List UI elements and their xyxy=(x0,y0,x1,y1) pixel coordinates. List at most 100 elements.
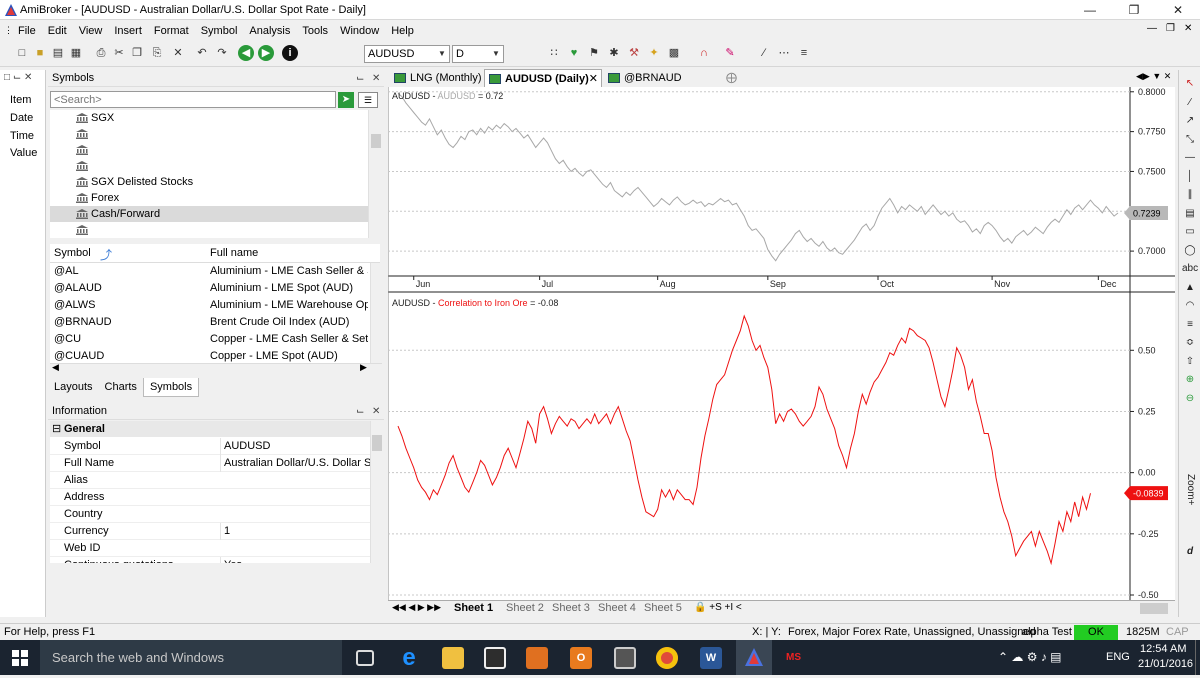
tab-charts[interactable]: Charts xyxy=(99,378,143,396)
minimize-button[interactable]: — xyxy=(1068,0,1112,20)
col-symbol[interactable]: Symbol xyxy=(54,247,91,259)
info-scrollbar[interactable] xyxy=(370,421,382,563)
symbol-combo[interactable]: AUDUSD ▼ xyxy=(364,45,450,63)
export-icon[interactable]: ▩ xyxy=(666,45,682,61)
rectangle-icon[interactable]: ▭ xyxy=(1182,224,1198,240)
tray-icons[interactable]: ⌃ ☁ ⚙ ♪ ▤ xyxy=(998,650,1062,664)
tree-scrollbar[interactable] xyxy=(368,110,382,238)
tree-item[interactable] xyxy=(50,142,368,158)
info-row[interactable]: Country xyxy=(50,506,370,523)
tab-layouts[interactable]: Layouts xyxy=(48,378,99,396)
tree-item[interactable] xyxy=(50,158,368,174)
tree-item[interactable] xyxy=(50,222,368,238)
mdi-restore-button[interactable]: ❐ xyxy=(1166,23,1175,34)
table-row[interactable]: @ALWS Aluminium - LME Warehouse Ope xyxy=(50,297,370,314)
marker-icon[interactable]: ✱ xyxy=(606,45,622,61)
open-icon[interactable]: ■ xyxy=(32,45,48,61)
close-icon[interactable]: ✕ xyxy=(372,403,380,420)
vertical-line-icon[interactable]: │ xyxy=(1182,169,1198,185)
windows-start-icon[interactable] xyxy=(12,650,28,666)
menu-tools[interactable]: Tools xyxy=(296,21,334,41)
undo-icon[interactable]: ↶ xyxy=(194,45,210,61)
triangle-icon[interactable]: ▲ xyxy=(1182,280,1198,296)
info-icon[interactable]: i xyxy=(282,45,298,61)
info-row[interactable]: Symbol AUDUSD xyxy=(50,438,370,455)
arrow-up-icon[interactable]: ⇧ xyxy=(1182,354,1198,370)
table-row[interactable]: @AL Aluminium - LME Cash Seller & Se xyxy=(50,263,370,280)
ray-icon[interactable]: ↗ xyxy=(1182,113,1198,129)
menu-file[interactable]: File xyxy=(12,21,42,41)
search-go-icon[interactable]: ➤ xyxy=(338,92,354,108)
text-icon[interactable]: abc xyxy=(1182,261,1198,277)
close-icon[interactable]: ✕ xyxy=(372,70,380,87)
amibroker-taskbar-icon[interactable] xyxy=(736,640,772,675)
flag-icon[interactable]: ⚑ xyxy=(586,45,602,61)
fibonacci-icon[interactable]: ≡ xyxy=(1182,317,1198,333)
tree-item[interactable]: Cash/Forward xyxy=(50,206,368,222)
sheet-tab[interactable]: Sheet 1 xyxy=(454,601,493,616)
new-tab-icon[interactable]: ⨁ xyxy=(726,71,737,84)
zoom-in-icon[interactable]: ⊕ xyxy=(1182,372,1198,388)
line-draw-icon[interactable]: ∕ xyxy=(756,45,772,61)
info-group-header[interactable]: ⊟ General xyxy=(50,421,370,437)
pen-color-icon[interactable]: ✎ xyxy=(722,45,738,61)
magnet-icon[interactable]: ∩ xyxy=(696,45,712,61)
tab-lng-monthly[interactable]: LNG (Monthly) xyxy=(390,69,484,87)
info-row[interactable]: Full Name Australian Dollar/U.S. Dollar S… xyxy=(50,455,370,472)
info-row[interactable]: Currency 1 xyxy=(50,523,370,540)
parallel-lines-icon[interactable]: ∥ xyxy=(1182,187,1198,203)
table-row[interactable]: @CU Copper - LME Cash Seller & Settler xyxy=(50,331,370,348)
task-view-icon[interactable] xyxy=(356,650,374,666)
symbol-list-hscrollbar[interactable]: ◀ ▶ xyxy=(50,362,382,375)
cut-icon[interactable]: ✂ xyxy=(111,45,127,61)
gann-icon[interactable]: ≎ xyxy=(1182,335,1198,351)
menu-view[interactable]: View xyxy=(73,21,109,41)
pattern-icon[interactable]: ∷ xyxy=(546,45,562,61)
copy-icon[interactable]: ❐ xyxy=(129,45,145,61)
info-row[interactable]: Continuous quotations Yes xyxy=(50,557,370,563)
tree-item[interactable]: SGX Delisted Stocks xyxy=(50,174,368,190)
info-row[interactable]: Alias xyxy=(50,472,370,489)
sheet-tab[interactable]: Sheet 3 xyxy=(552,601,590,616)
maximize-button[interactable]: ❐ xyxy=(1112,0,1156,20)
redo-icon[interactable]: ↷ xyxy=(214,45,230,61)
cursor-icon[interactable]: ↖ xyxy=(1182,76,1198,92)
search-options-icon[interactable]: ☰ xyxy=(358,92,378,108)
store-icon[interactable] xyxy=(484,647,506,669)
mdi-minimize-button[interactable]: — xyxy=(1147,23,1157,34)
horizontal-line-icon[interactable]: — xyxy=(1182,150,1198,166)
paste-icon[interactable]: ⎘ xyxy=(149,45,165,61)
extended-line-icon[interactable]: ⤡ xyxy=(1182,132,1198,148)
menu-symbol[interactable]: Symbol xyxy=(195,21,244,41)
info-row[interactable]: Address xyxy=(50,489,370,506)
draw-mode-icon[interactable]: d xyxy=(1182,544,1198,560)
chart-svg[interactable]: Jun Jul Aug Sep Oct Nov Dec 0.8000 0.7750 0.7500 0… xyxy=(387,87,1175,600)
save-all-icon[interactable]: ▦ xyxy=(68,45,84,61)
delete-icon[interactable]: ✕ xyxy=(170,45,186,61)
hammer-icon[interactable]: ⚒ xyxy=(626,45,642,61)
show-desktop-button[interactable] xyxy=(1195,640,1200,675)
col-fullname[interactable]: Full name xyxy=(210,247,258,259)
taskbar-search[interactable]: Search the web and Windows xyxy=(40,640,342,675)
print-icon[interactable]: ⎙ xyxy=(93,45,109,61)
line-width-icon[interactable]: ≡ xyxy=(796,45,812,61)
save-icon[interactable]: ▤ xyxy=(50,45,66,61)
calculator-icon[interactable] xyxy=(614,647,636,669)
table-row[interactable]: @ALAUD Aluminium - LME Spot (AUD) xyxy=(50,280,370,297)
metastock-icon[interactable]: MS xyxy=(786,647,808,669)
clock-date[interactable]: 21/01/2016 xyxy=(1138,658,1193,670)
tab-scroll-icon[interactable]: ◀▶ ▼ ✕ xyxy=(1136,71,1171,82)
file-explorer-icon[interactable] xyxy=(442,647,464,669)
wand-icon[interactable]: ✦ xyxy=(646,45,662,61)
pin-icon[interactable]: ⌙ xyxy=(356,70,364,87)
sheet-tab[interactable]: Sheet 4 xyxy=(598,601,636,616)
mdi-close-button[interactable]: ✕ xyxy=(1184,23,1192,34)
clock-time[interactable]: 12:54 AM xyxy=(1140,643,1186,655)
sheet-tab[interactable]: Sheet 5 xyxy=(644,601,682,616)
tree-item[interactable] xyxy=(50,126,368,142)
zoom-out-icon[interactable]: ⊖ xyxy=(1182,391,1198,407)
menu-edit[interactable]: Edit xyxy=(42,21,73,41)
tab-symbols[interactable]: Symbols xyxy=(142,378,200,397)
table-row[interactable]: @BRNAUD Brent Crude Oil Index (AUD) xyxy=(50,314,370,331)
media-player-icon[interactable] xyxy=(526,647,548,669)
